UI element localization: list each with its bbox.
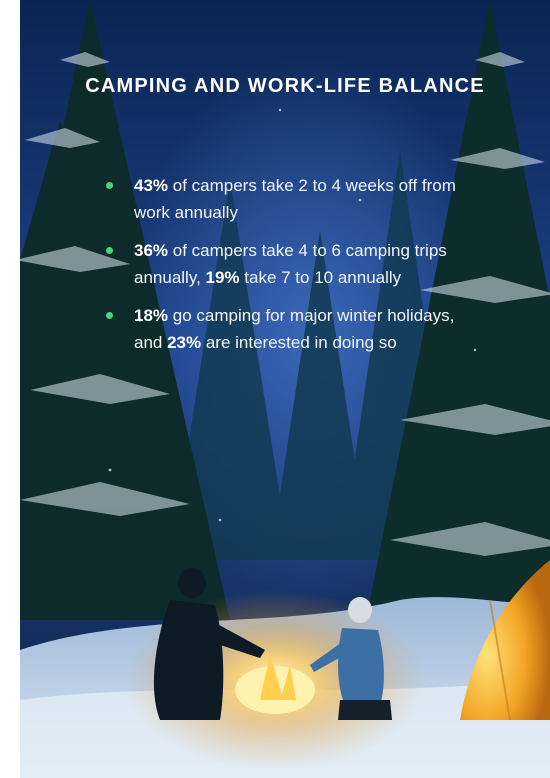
stat-value: 36% [134,241,169,260]
infographic-content: CAMPING AND WORK-LIFE BALANCE 43% of cam… [20,0,550,778]
stat-text: are interested in doing so [201,333,397,352]
stat-item: 18% go camping for major winter holidays… [106,302,486,356]
infographic-title: CAMPING AND WORK-LIFE BALANCE [85,75,485,97]
stat-value: 23% [167,333,202,352]
stat-value: 43% [134,176,169,195]
stat-value: 18% [134,306,169,325]
stat-value: 19% [205,268,240,287]
stat-list: 43% of campers take 2 to 4 weeks off fro… [106,172,486,367]
infographic-card: CAMPING AND WORK-LIFE BALANCE 43% of cam… [20,0,550,778]
stat-item: 43% of campers take 2 to 4 weeks off fro… [106,172,486,226]
stat-text: of campers take 2 to 4 weeks off from wo… [134,176,456,222]
stat-text: take 7 to 10 annually [239,268,402,287]
stat-item: 36% of campers take 4 to 6 camping trips… [106,237,486,291]
